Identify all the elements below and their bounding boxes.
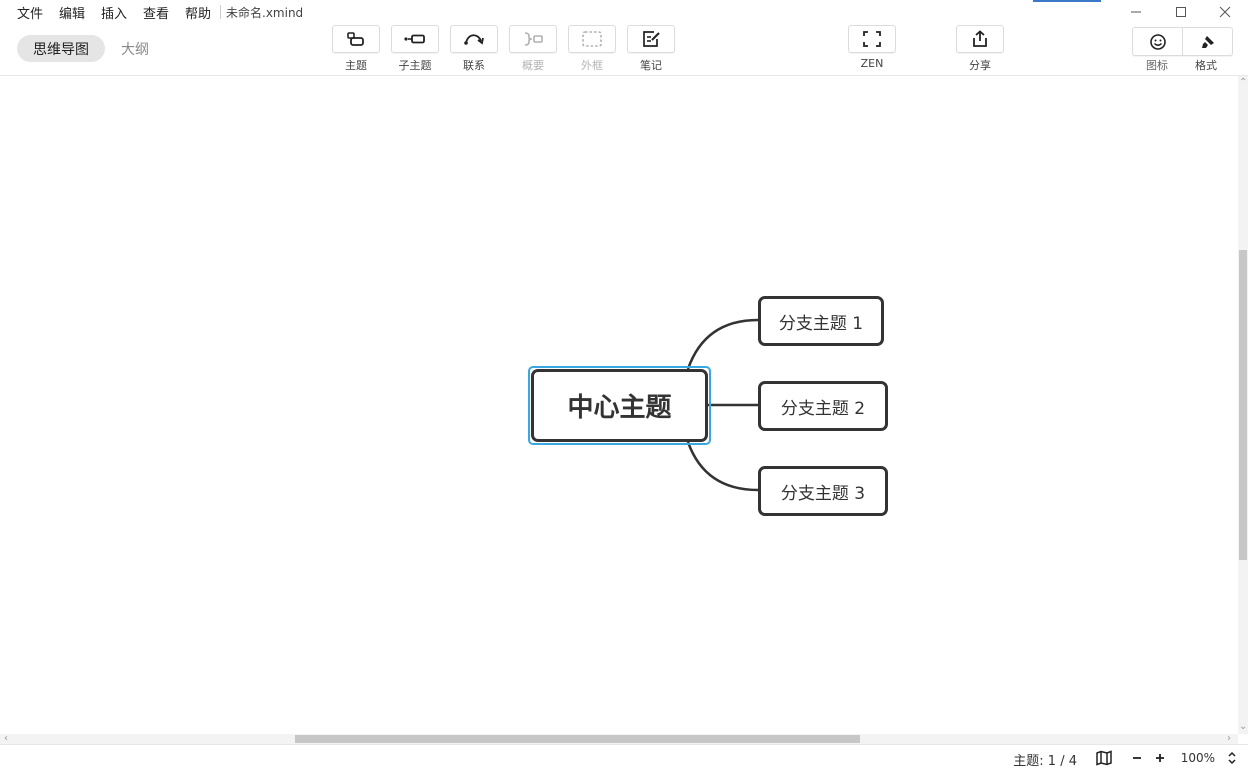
connector-branch-1 xyxy=(686,318,759,370)
vertical-scroll-thumb[interactable] xyxy=(1239,250,1247,560)
zoom-out-button[interactable] xyxy=(1129,750,1145,766)
branch-topic-1[interactable]: 分支主题 1 xyxy=(758,296,884,346)
topic-count: 主题: 1 / 4 xyxy=(1013,754,1077,769)
scroll-down-icon[interactable]: ⌄ xyxy=(1239,722,1247,732)
map-icon xyxy=(1096,750,1112,766)
status-bar: 主题: 1 / 4 100% xyxy=(0,744,1248,771)
connector-branch-3 xyxy=(686,441,759,492)
zoom-stepper[interactable] xyxy=(1225,749,1239,767)
central-topic[interactable]: 中心主题 xyxy=(531,369,708,442)
minus-icon xyxy=(1133,757,1141,759)
scroll-up-icon[interactable]: ⌃ xyxy=(1239,78,1247,88)
updown-chevron-icon xyxy=(1228,751,1236,765)
plus-icon xyxy=(1156,754,1164,762)
scroll-left-icon[interactable]: ‹ xyxy=(4,734,8,744)
zoom-in-button[interactable] xyxy=(1152,750,1168,766)
scroll-right-icon[interactable]: › xyxy=(1227,734,1231,744)
horizontal-scroll-thumb[interactable] xyxy=(295,735,860,743)
branch-topic-2[interactable]: 分支主题 2 xyxy=(758,381,888,431)
map-view-button[interactable] xyxy=(1094,749,1114,767)
zoom-level[interactable]: 100% xyxy=(1181,751,1215,765)
branch-topic-3[interactable]: 分支主题 3 xyxy=(758,466,888,516)
